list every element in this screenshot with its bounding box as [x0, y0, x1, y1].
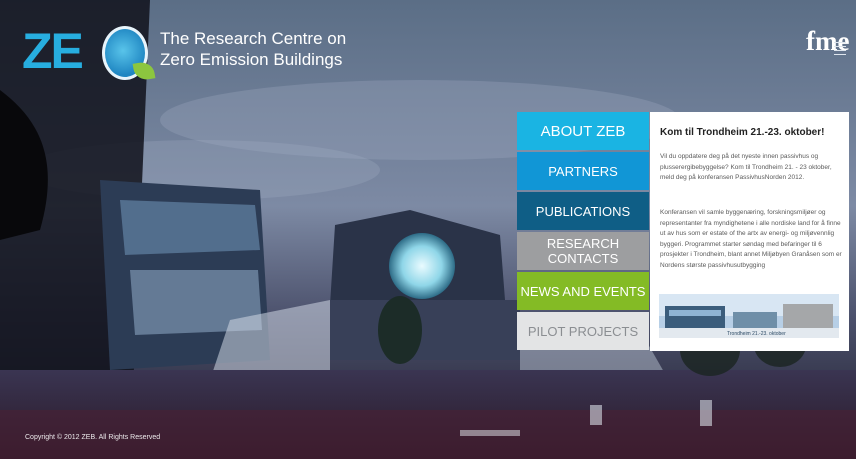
news-paragraph-1: Vil du oppdatere deg på det nyeste innen… — [660, 153, 832, 181]
conference-banner-image[interactable]: Trondheim 21.-23. oktober — [659, 294, 839, 338]
news-panel: Kom til Trondheim 21.-23. oktober! Vil d… — [650, 112, 849, 351]
news-title[interactable]: Kom til Trondheim 21.-23. oktober! — [660, 127, 844, 139]
page: ZE The Research Centre on Zero Emission … — [0, 0, 856, 459]
fme-logo-lines — [834, 42, 846, 58]
nav-about-zeb[interactable]: About ZEB — [517, 112, 649, 150]
zeb-logo-text: ZE — [22, 23, 84, 79]
main-menu: About ZEB Partners Publications Research… — [517, 112, 649, 352]
nav-news-and-events[interactable]: News and Events — [517, 272, 649, 310]
nav-publications[interactable]: Publications — [517, 192, 649, 230]
banner-caption: Trondheim 21.-23. oktober — [727, 331, 786, 337]
fme-logo: fme — [806, 26, 849, 66]
zeb-logo[interactable]: ZE — [22, 22, 156, 82]
site-tagline: The Research Centre on Zero Emission Bui… — [160, 28, 346, 70]
nav-pilot-projects[interactable]: Pilot Projects — [517, 312, 649, 350]
news-paragraph-2: Konferansen vil samle byggenæring, forsk… — [660, 209, 842, 269]
nav-partners[interactable]: Partners — [517, 152, 649, 190]
nav-research-contacts[interactable]: Research Contacts — [517, 232, 649, 270]
tagline-line-1: The Research Centre on — [160, 29, 347, 48]
tagline-line-2: Zero Emission Buildings — [160, 50, 343, 69]
copyright-notice: Copyright © 2012 ZEB. All Rights Reserve… — [25, 434, 161, 441]
leaf-icon — [132, 60, 156, 82]
